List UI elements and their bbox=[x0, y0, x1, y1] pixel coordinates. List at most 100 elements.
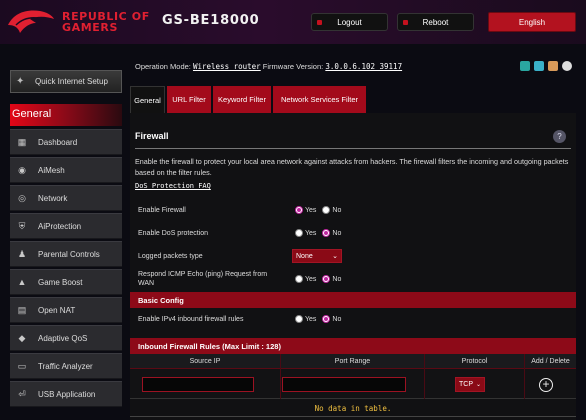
reboot-label: Reboot bbox=[422, 17, 449, 27]
col-protocol: Protocol bbox=[424, 354, 524, 369]
sidebar-item-label: USB Application bbox=[38, 389, 96, 399]
sidebar-item-game-boost[interactable]: ▲ Game Boost bbox=[10, 269, 122, 295]
port-range-input[interactable] bbox=[282, 377, 406, 392]
tab-network-services-filter[interactable]: Network Services Filter bbox=[273, 86, 366, 113]
add-rule-button[interactable]: + bbox=[539, 378, 553, 392]
enable-firewall-yes-radio[interactable] bbox=[295, 206, 303, 214]
source-ip-input[interactable] bbox=[142, 377, 254, 392]
mesh-icon: ◉ bbox=[18, 164, 26, 175]
tab-url-filter[interactable]: URL Filter bbox=[167, 86, 211, 113]
sidebar-item-aiprotection[interactable]: ⛨ AiProtection bbox=[10, 213, 122, 239]
header-bar: REPUBLIC OF GAMERS GS-BE18000 Logout Reb… bbox=[0, 0, 586, 44]
reboot-button[interactable]: Reboot bbox=[397, 13, 474, 31]
model-name: GS-BE18000 bbox=[162, 13, 260, 28]
chevron-down-icon: ⌄ bbox=[332, 253, 338, 260]
inbound-rules-header: Inbound Firewall Rules (Max Limit : 128) bbox=[130, 338, 576, 354]
page-title: Firewall bbox=[135, 131, 169, 141]
brand-line-2: GAMERS bbox=[62, 21, 118, 34]
enable-dos-radios: Yes No bbox=[295, 229, 347, 237]
sidebar-item-label: Adaptive QoS bbox=[38, 333, 88, 343]
icmp-yes-radio[interactable] bbox=[295, 275, 303, 283]
sidebar-item-label: Game Boost bbox=[38, 277, 83, 287]
tab-keyword-filter[interactable]: Keyword Filter bbox=[213, 86, 271, 113]
reboot-indicator-icon bbox=[403, 20, 408, 25]
tab-label: Keyword Filter bbox=[218, 95, 266, 104]
ipv4-inbound-label: Enable IPv4 inbound firewall rules bbox=[138, 316, 244, 323]
sidebar-item-usb-application[interactable]: ⏎ USB Application bbox=[10, 381, 122, 407]
sidebar-item-network[interactable]: ◎ Network bbox=[10, 185, 122, 211]
table-bottom-divider bbox=[130, 416, 576, 417]
user-status-icon[interactable] bbox=[548, 61, 558, 71]
tab-label: Network Services Filter bbox=[280, 95, 359, 104]
radio-no-label: No bbox=[332, 315, 342, 323]
radio-yes-label: Yes bbox=[305, 315, 317, 323]
tab-label: General bbox=[134, 95, 161, 105]
cell-divider bbox=[524, 369, 525, 399]
network-icon: ◎ bbox=[18, 192, 26, 203]
brand-name: REPUBLIC OF GAMERS bbox=[62, 11, 150, 33]
cell-divider bbox=[280, 369, 281, 399]
col-add-delete: Add / Delete bbox=[524, 354, 576, 369]
radio-yes-label: Yes bbox=[305, 206, 317, 214]
protocol-value: TCP bbox=[459, 381, 473, 388]
system-info: Operation Mode: Wireless router Firmware… bbox=[135, 62, 402, 71]
protocol-select[interactable]: TCP ⌄ bbox=[455, 377, 485, 392]
rules-table-header: Source IP Port Range Protocol Add / Dele… bbox=[130, 354, 576, 369]
dashboard-icon: ▦ bbox=[17, 136, 27, 147]
quick-setup-label: Quick Internet Setup bbox=[35, 77, 108, 86]
firewall-description: Enable the firewall to protect your loca… bbox=[135, 157, 569, 177]
dos-faq-link[interactable]: DoS Protection FAQ bbox=[135, 182, 211, 190]
radio-no-label: No bbox=[332, 275, 342, 283]
shield-icon: ⛨ bbox=[18, 220, 26, 231]
logout-button[interactable]: Logout bbox=[311, 13, 388, 31]
no-data-message: No data in table. bbox=[314, 404, 392, 413]
firmware-label: Firmware Version: bbox=[262, 62, 324, 71]
icmp-radios: Yes No bbox=[295, 275, 347, 283]
status-icons bbox=[520, 61, 572, 71]
enable-firewall-label: Enable Firewall bbox=[138, 207, 186, 214]
logged-packets-select[interactable]: None ⌄ bbox=[292, 249, 342, 263]
firewall-panel: Firewall ? Enable the firewall to protec… bbox=[130, 113, 576, 420]
language-select[interactable]: English bbox=[488, 12, 576, 32]
logout-label: Logout bbox=[337, 17, 362, 27]
ipv4-inbound-radios: Yes No bbox=[295, 315, 347, 323]
sidebar-item-label: Dashboard bbox=[38, 137, 78, 147]
enable-firewall-no-radio[interactable] bbox=[322, 206, 331, 214]
radio-yes-label: Yes bbox=[305, 229, 317, 237]
ipv4-inbound-no-radio[interactable] bbox=[322, 315, 331, 323]
logged-packets-value: None bbox=[296, 252, 313, 260]
sidebar-item-parental-controls[interactable]: ♟ Parental Controls bbox=[10, 241, 122, 267]
title-divider bbox=[135, 148, 571, 149]
rog-logo-icon bbox=[8, 10, 54, 34]
qos-icon: ◆ bbox=[18, 332, 26, 343]
sidebar-item-open-nat[interactable]: ▤ Open NAT bbox=[10, 297, 122, 323]
chevron-down-icon: ⌄ bbox=[476, 382, 482, 388]
nat-icon: ▤ bbox=[17, 304, 27, 315]
wifi-status-icon[interactable] bbox=[534, 61, 544, 71]
tab-label: URL Filter bbox=[172, 95, 206, 104]
sidebar-item-label: Open NAT bbox=[38, 305, 76, 315]
icmp-label-line-2: WAN bbox=[138, 280, 155, 287]
analyzer-icon: ▭ bbox=[17, 360, 27, 371]
help-icon[interactable]: ? bbox=[553, 130, 566, 143]
enable-firewall-radios: Yes No bbox=[295, 206, 347, 214]
sidebar-item-adaptive-qos[interactable]: ◆ Adaptive QoS bbox=[10, 325, 122, 351]
firmware-link[interactable]: 3.0.0.6.102_39117 bbox=[325, 62, 402, 71]
settings-status-icon[interactable] bbox=[562, 61, 572, 71]
op-mode-label: Operation Mode: bbox=[135, 62, 191, 71]
tab-general[interactable]: General bbox=[130, 86, 165, 113]
enable-dos-no-radio[interactable] bbox=[322, 229, 331, 237]
op-mode-link[interactable]: Wireless router bbox=[193, 62, 261, 71]
sidebar-item-dashboard[interactable]: ▦ Dashboard bbox=[10, 129, 122, 155]
ipv4-inbound-yes-radio[interactable] bbox=[295, 315, 303, 323]
network-status-icon[interactable] bbox=[520, 61, 530, 71]
sidebar-item-traffic-analyzer[interactable]: ▭ Traffic Analyzer bbox=[10, 353, 122, 379]
icmp-no-radio[interactable] bbox=[322, 275, 331, 283]
sidebar-item-label: AiProtection bbox=[38, 221, 82, 231]
radio-yes-label: Yes bbox=[305, 275, 317, 283]
quick-internet-setup-button[interactable]: ✦ Quick Internet Setup bbox=[10, 70, 122, 93]
col-source-ip: Source IP bbox=[189, 358, 221, 365]
enable-dos-yes-radio[interactable] bbox=[295, 229, 303, 237]
language-label: English bbox=[518, 17, 546, 27]
sidebar-item-aimesh[interactable]: ◉ AiMesh bbox=[10, 157, 122, 183]
